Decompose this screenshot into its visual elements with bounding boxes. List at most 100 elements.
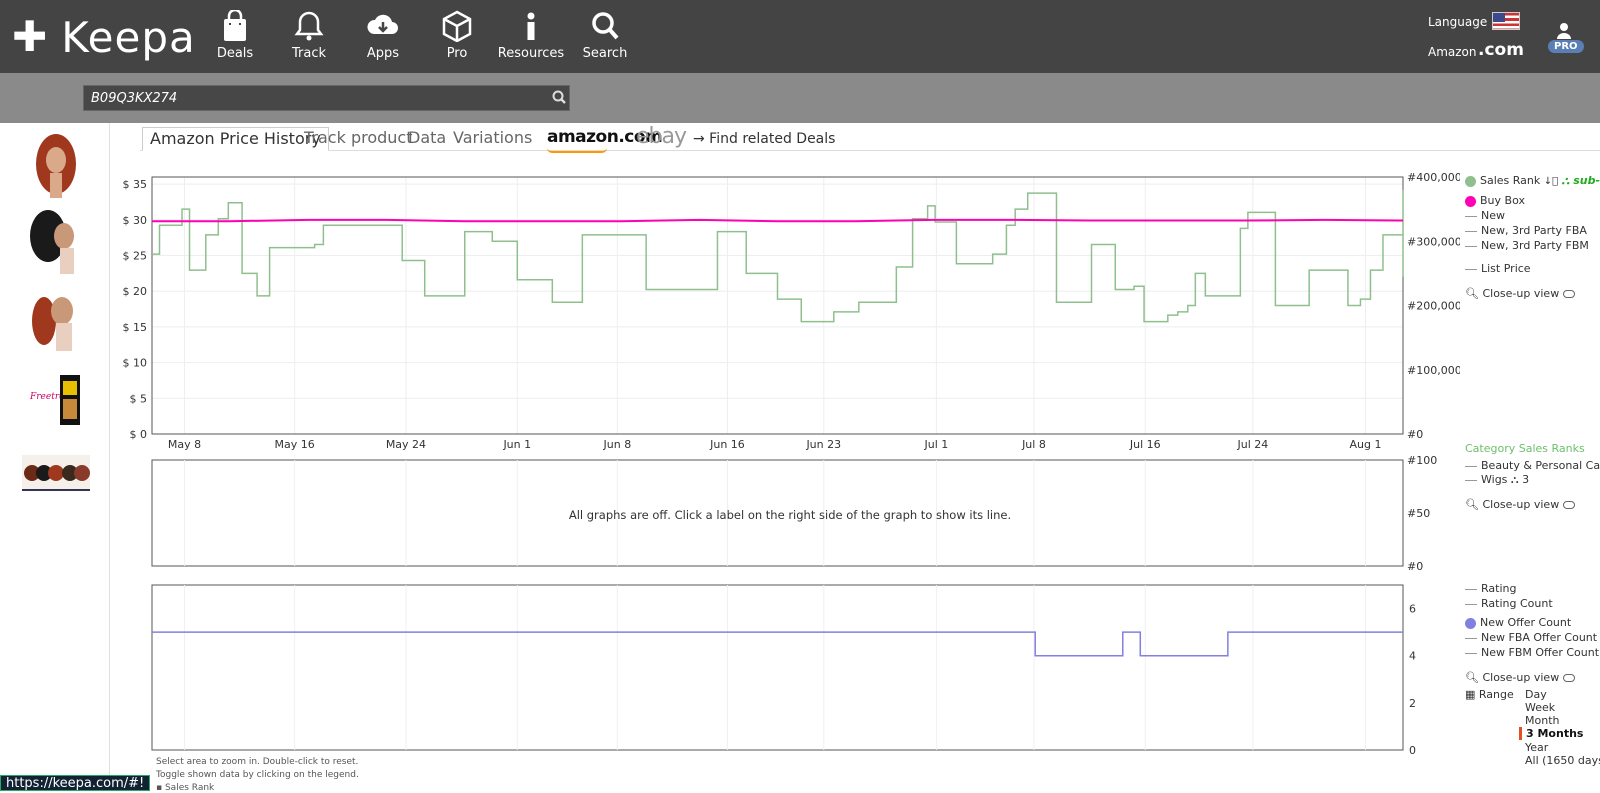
tab-variations[interactable]: Variations <box>446 127 539 151</box>
legend-list-price-label: List Price <box>1481 262 1531 275</box>
rank-tick-label: #400,000 <box>1407 171 1460 184</box>
toggle-switch-icon <box>1562 290 1575 298</box>
legend-dash <box>1465 465 1477 467</box>
range-all[interactable]: All (1650 days) <box>1525 754 1600 767</box>
legend-dash <box>1465 245 1477 247</box>
offer-count-chart[interactable]: 0 2 4 6 <box>120 580 1460 755</box>
legend-dash <box>1465 652 1477 654</box>
x-tick-label: Aug 1 <box>1349 438 1381 450</box>
legend-new-offer-count[interactable]: New Offer Count <box>1465 616 1571 629</box>
amazon-domain-selector[interactable]: .com <box>1478 40 1524 60</box>
range-month[interactable]: Month <box>1525 714 1559 727</box>
nav-pro[interactable]: Pro <box>417 10 497 61</box>
nav-apps[interactable]: Apps <box>343 10 423 61</box>
closeup-view-toggle[interactable]: 🔍︎ Close-up view <box>1465 287 1575 300</box>
new-offer-count-line <box>152 631 1403 657</box>
amazon-locale-label: Amazon <box>1428 45 1477 59</box>
legend-new-offer-count-label: New Offer Count <box>1480 616 1572 629</box>
range-year[interactable]: Year <box>1525 741 1548 754</box>
legend-sales-rank[interactable]: Sales Rank ↓⃒ ⛬ sub-ran <box>1465 174 1600 188</box>
legend-rating-count[interactable]: Rating Count <box>1465 597 1553 610</box>
rank-tick-label: #0 <box>1407 428 1423 441</box>
pro-badge: PRO <box>1548 40 1584 53</box>
nav-search[interactable]: Search <box>565 10 645 61</box>
cube-icon <box>442 10 472 42</box>
x-tick-label: Jun 23 <box>805 438 841 450</box>
toggle-switch-icon <box>1562 501 1575 509</box>
y-tick-label: $ 10 <box>123 357 148 370</box>
cloud-download-icon <box>367 14 398 34</box>
top-navigation-bar: ✚ Keepa Deals Track Apps Pro Resources S… <box>0 0 1600 73</box>
range-three-months[interactable]: 3 Months <box>1519 727 1583 740</box>
find-related-deals-link[interactable]: → Find related Deals <box>693 131 835 147</box>
x-tick-label: Jul 16 <box>1129 438 1161 450</box>
category-rank-chart[interactable]: #0 #50 #100 All graphs are off. Click a la… <box>120 455 1460 575</box>
sub-ranks-toggle[interactable]: ⛬ sub-ran <box>1562 174 1600 187</box>
range-label-text: Range <box>1478 688 1514 701</box>
nav-deals[interactable]: Deals <box>195 10 275 61</box>
legend-list-price[interactable]: List Price <box>1465 262 1531 275</box>
sort-icon[interactable]: ↓⃒ <box>1544 176 1558 187</box>
legend-new-fbm[interactable]: New, 3rd Party FBM <box>1465 239 1589 252</box>
nav-resources-label: Resources <box>497 46 565 61</box>
legend-new-fbm-offer[interactable]: New FBM Offer Count <box>1465 646 1599 659</box>
search-icon <box>592 12 619 40</box>
magnifier-icon: 🔍︎ <box>1465 498 1479 511</box>
date-axis: May 8 May 16 May 24 Jun 1 Jun 8 Jun 16 Jun 23 J… <box>168 438 1382 450</box>
info-icon <box>527 12 535 40</box>
legend-new[interactable]: New <box>1465 209 1505 222</box>
search-icon[interactable] <box>551 89 567 105</box>
chart-gridlines <box>184 585 1366 750</box>
nav-track-label: Track <box>291 46 327 61</box>
user-icon[interactable] <box>1556 22 1572 40</box>
buy-box-dot-icon <box>1465 195 1476 207</box>
y-tick-label: $ 20 <box>123 285 148 298</box>
range-week[interactable]: Week <box>1525 701 1555 714</box>
range-day[interactable]: Day <box>1525 688 1547 701</box>
legend-rating-count-label: Rating Count <box>1481 597 1553 610</box>
product-thumbnail[interactable] <box>20 443 92 513</box>
legend-wigs-label: Wigs <box>1481 473 1508 486</box>
toggle-switch-icon <box>1562 674 1575 682</box>
legend-dash <box>1465 588 1477 590</box>
closeup-label: Close-up view <box>1482 498 1560 511</box>
nav-resources[interactable]: Resources <box>491 10 571 61</box>
count-tick-label: 4 <box>1409 650 1416 663</box>
legend-new-fbm-label: New, 3rd Party FBM <box>1481 239 1589 252</box>
product-thumbnail[interactable] <box>20 283 92 353</box>
range-label: ▦ Range <box>1465 688 1514 701</box>
legend-dash <box>1465 268 1477 270</box>
legend-rating[interactable]: Rating <box>1465 582 1516 595</box>
x-tick-label: May 16 <box>274 438 314 450</box>
legend-new-fbm-offer-label: New FBM Offer Count <box>1481 646 1600 659</box>
product-search-input[interactable]: B09Q3KX274 <box>83 85 570 111</box>
legend-beauty-label: Beauty & Personal Care <box>1481 459 1600 472</box>
nav-track[interactable]: Track <box>269 10 349 61</box>
legend-new-fba[interactable]: New, 3rd Party FBA <box>1465 224 1587 237</box>
legend-wigs[interactable]: Wigs ⛬ 3 <box>1465 473 1529 487</box>
product-thumbnail[interactable] <box>20 128 92 198</box>
product-thumbnail[interactable] <box>20 206 92 276</box>
legend-new-fba-offer-label: New FBA Offer Count <box>1481 631 1598 644</box>
nav-pro-label: Pro <box>446 46 468 61</box>
x-tick-label: May 24 <box>386 438 426 450</box>
x-tick-label: Jul 24 <box>1236 438 1268 450</box>
legend-dash <box>1465 215 1477 217</box>
closeup-label: Close-up view <box>1482 287 1560 300</box>
us-flag-icon[interactable] <box>1492 12 1520 30</box>
keepa-logo[interactable]: ✚ Keepa <box>12 10 196 64</box>
closeup-view-toggle[interactable]: 🔍︎ Close-up view <box>1465 671 1575 684</box>
ebay-logo-link[interactable]: ebay <box>636 124 687 149</box>
count-tick-label: 6 <box>1409 603 1416 616</box>
sales-rank-axis: #0 #100,000 #200,000 #300,000 #400,000 <box>1407 171 1460 441</box>
price-history-chart[interactable]: $ 0 $ 5 $ 10 $ 15 $ 20 $ 25 $ 30 $ 35 #0 #100,00… <box>120 170 1461 450</box>
closeup-view-toggle[interactable]: 🔍︎ Close-up view <box>1465 498 1575 511</box>
rank-tick-label: #200,000 <box>1407 300 1460 313</box>
legend-beauty[interactable]: Beauty & Personal Care <box>1465 459 1600 472</box>
legend-dash <box>1465 603 1477 605</box>
chart-gridlines <box>152 177 1403 435</box>
legend-new-fba-offer[interactable]: New FBA Offer Count <box>1465 631 1597 644</box>
zoom-hint: Select area to zoom in. Double-click to … <box>156 757 359 767</box>
product-thumbnail[interactable]: Freetress <box>20 363 92 433</box>
legend-buy-box[interactable]: Buy Box <box>1465 194 1525 207</box>
